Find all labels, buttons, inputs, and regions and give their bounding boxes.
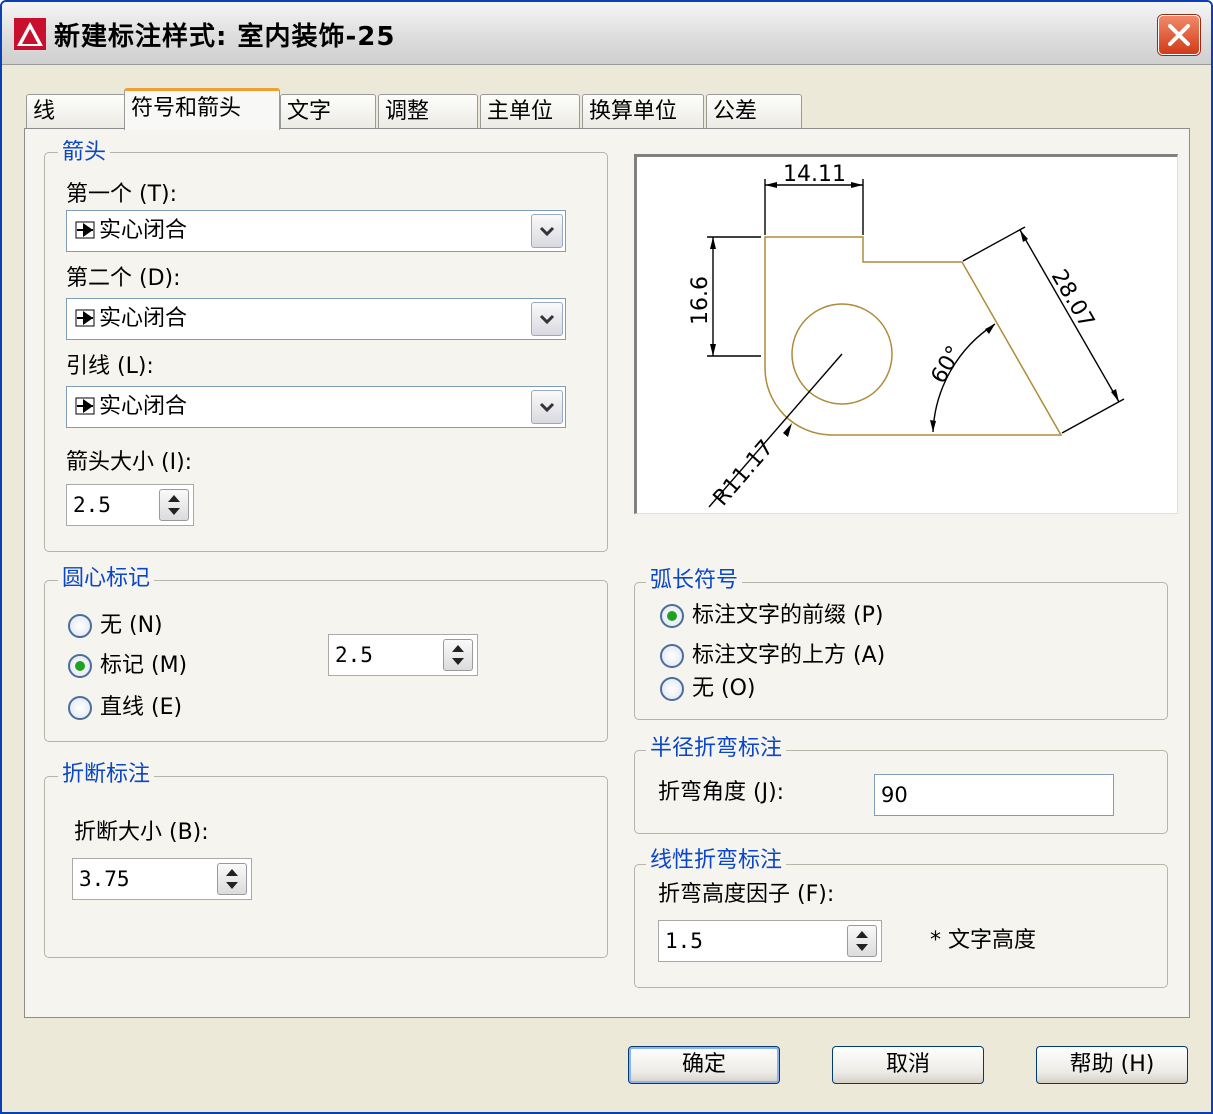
closed-filled-arrow-icon <box>75 309 95 327</box>
tab-alternate-units[interactable]: 换算单位 <box>582 94 704 128</box>
center-line-label[interactable]: 直线 (E) <box>100 695 182 721</box>
preview-dim-left: 16.6 <box>688 276 713 325</box>
dropdown-button[interactable] <box>531 302 563 336</box>
second-arrow-label: 第二个 (D): <box>66 266 181 291</box>
tab-label: 符号和箭头 <box>131 96 242 121</box>
ok-button[interactable]: 确定 <box>628 1046 780 1084</box>
jog-angle-value: 90 <box>881 783 908 807</box>
spinner-buttons[interactable] <box>159 489 189 521</box>
closed-filled-arrow-icon <box>75 397 95 415</box>
radius-jog-legend: 半径折弯标注 <box>646 736 787 762</box>
center-none-radio[interactable] <box>68 614 92 638</box>
arc-none-radio[interactable] <box>660 677 684 701</box>
jog-height-factor-value: 1.5 <box>665 929 703 953</box>
spinner-buttons[interactable] <box>443 639 473 671</box>
tab-label: 公差 <box>713 99 758 124</box>
preview-outline <box>764 236 1063 436</box>
tab-symbols-arrows[interactable]: 符号和箭头 <box>124 88 280 130</box>
up-down-arrows-icon <box>856 931 868 951</box>
leader-arrow-select[interactable]: 实心闭合 <box>66 386 566 428</box>
first-arrow-select[interactable]: 实心闭合 <box>66 210 566 252</box>
title-bar[interactable]: 新建标注样式: 室内装饰-25 <box>2 2 1211 65</box>
center-mark-size-spinner[interactable]: 2.5 <box>328 634 478 676</box>
arc-prefix-label[interactable]: 标注文字的前缀 (P) <box>692 603 883 629</box>
jog-height-factor-label: 折弯高度因子 (F): <box>658 882 835 907</box>
arc-above-radio[interactable] <box>660 644 684 668</box>
center-mark-label[interactable]: 标记 (M) <box>100 653 187 679</box>
close-icon <box>1168 24 1190 46</box>
tab-fit[interactable]: 调整 <box>378 94 478 128</box>
tab-label: 调整 <box>385 99 430 124</box>
tab-label: 线 <box>33 99 56 124</box>
second-arrow-value: 实心闭合 <box>99 306 188 331</box>
tab-label: 文字 <box>287 99 332 124</box>
tab-tolerances[interactable]: 公差 <box>706 94 802 128</box>
preview-drawing: 14.11 16.6 28.07 60° R11.17 <box>688 162 1125 511</box>
arrow-size-label: 箭头大小 (I): <box>66 450 193 475</box>
tab-text[interactable]: 文字 <box>280 94 376 128</box>
close-button[interactable] <box>1158 15 1200 55</box>
tab-lines[interactable]: 线 <box>26 94 126 128</box>
center-none-label[interactable]: 无 (N) <box>100 613 163 639</box>
break-size-label: 折断大小 (B): <box>74 820 209 845</box>
leader-arrow-value: 实心闭合 <box>99 394 188 419</box>
break-size-value: 3.75 <box>79 867 130 891</box>
tab-label: 主单位 <box>487 99 554 124</box>
jog-angle-input[interactable]: 90 <box>874 774 1114 816</box>
break-size-spinner[interactable]: 3.75 <box>72 858 252 900</box>
text-height-suffix: * 文字高度 <box>930 928 1036 953</box>
arc-length-legend: 弧长符号 <box>646 568 743 594</box>
dialog-window: 新建标注样式: 室内装饰-25 线 符号和箭头 文字 调整 主单位 换算单位 公… <box>0 0 1213 1114</box>
preview-dim-angle: 60° <box>927 342 968 388</box>
center-marks-legend: 圆心标记 <box>58 566 155 592</box>
tab-primary-units[interactable]: 主单位 <box>480 94 580 128</box>
closed-filled-arrow-icon <box>75 221 95 239</box>
dialog-title: 新建标注样式: 室内装饰-25 <box>54 22 396 52</box>
dim-break-legend: 折断标注 <box>58 762 155 788</box>
up-down-arrows-icon <box>168 495 180 515</box>
jog-angle-label: 折弯角度 (J): <box>658 780 785 805</box>
preview-dim-slant: 28.07 <box>1046 266 1099 333</box>
linear-jog-legend: 线性折弯标注 <box>646 848 787 874</box>
center-line-radio[interactable] <box>68 696 92 720</box>
cancel-button[interactable]: 取消 <box>832 1046 984 1084</box>
spinner-buttons[interactable] <box>217 863 247 895</box>
up-down-arrows-icon <box>452 645 464 665</box>
arrow-size-spinner[interactable]: 2.5 <box>66 484 194 526</box>
arrowheads-legend: 箭头 <box>58 140 111 166</box>
chevron-down-icon <box>539 314 555 325</box>
second-arrow-select[interactable]: 实心闭合 <box>66 298 566 340</box>
center-mark-radio[interactable] <box>68 654 92 678</box>
spinner-buttons[interactable] <box>847 925 877 957</box>
chevron-down-icon <box>539 226 555 237</box>
dropdown-button[interactable] <box>531 390 563 424</box>
first-arrow-value: 实心闭合 <box>99 218 188 243</box>
autocad-logo-icon <box>14 18 46 50</box>
jog-height-factor-spinner[interactable]: 1.5 <box>658 920 882 962</box>
arrow-size-value: 2.5 <box>73 493 111 517</box>
preview-pane: 14.11 16.6 28.07 60° R11.17 <box>634 154 1178 514</box>
first-arrow-label: 第一个 (T): <box>66 182 178 207</box>
center-mark-size-value: 2.5 <box>335 643 373 667</box>
leader-arrow-label: 引线 (L): <box>66 354 154 379</box>
chevron-down-icon <box>539 402 555 413</box>
help-button[interactable]: 帮助 (H) <box>1036 1046 1188 1084</box>
arc-above-label[interactable]: 标注文字的上方 (A) <box>692 643 885 669</box>
tab-label: 换算单位 <box>589 99 678 124</box>
arc-prefix-radio[interactable] <box>660 604 684 628</box>
up-down-arrows-icon <box>226 869 238 889</box>
preview-dim-radius: R11.17 <box>709 435 779 510</box>
arc-none-label[interactable]: 无 (O) <box>692 676 755 702</box>
preview-dim-top: 14.11 <box>783 162 846 187</box>
dropdown-button[interactable] <box>531 214 563 248</box>
